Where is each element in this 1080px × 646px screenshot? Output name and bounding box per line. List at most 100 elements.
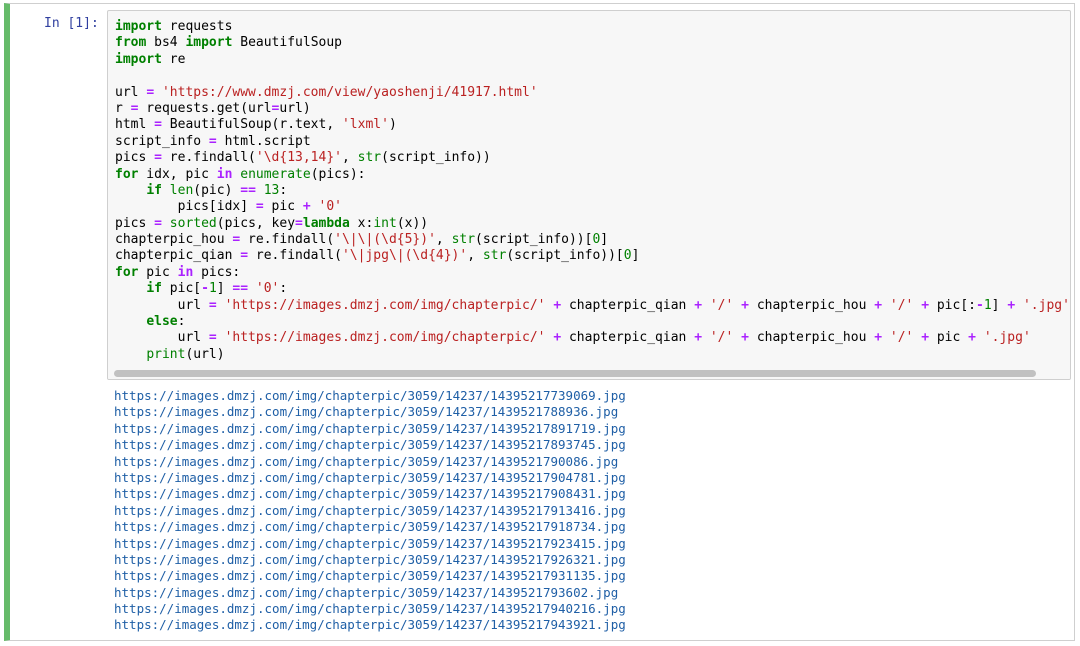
code-token: - [976, 297, 984, 313]
code-token: , [467, 248, 483, 264]
code-token: '.jpg' [1022, 297, 1070, 313]
output-line: https://images.dmzj.com/img/chapterpic/3… [114, 486, 626, 502]
code-line: chapterpic_qian = re.findall('\|jpg\|(\d… [115, 248, 1070, 264]
code-token: (pics): [310, 166, 366, 182]
code-token: - [201, 281, 209, 297]
code-token: chapterpic_qian [561, 297, 695, 313]
code-token: 'lxml' [341, 117, 389, 133]
code-token: + [694, 297, 703, 313]
code-token: '/' [709, 297, 734, 313]
code-token: pics [115, 215, 155, 231]
code-token: = [255, 199, 264, 215]
code-token: + [741, 330, 749, 346]
code-token: 1 [208, 281, 217, 297]
code-token: ] [216, 281, 233, 297]
code-token: + [921, 297, 930, 313]
code-line: for idx, pic in enumerate(pics): [115, 167, 1070, 183]
code-token: (script_info))[ [475, 232, 593, 248]
code-token: requests.get(url [138, 100, 272, 116]
code-token: + [968, 330, 976, 346]
code-token: 13 [263, 182, 280, 198]
code-token: + [741, 297, 749, 313]
code-token: pic [138, 264, 178, 280]
code-token: ] [631, 248, 640, 264]
code-editor[interactable]: import requests from bs4 import Beautiful… [115, 19, 1070, 363]
code-token: = [208, 297, 217, 313]
code-token: script_info [115, 133, 209, 149]
code-token: 'https://images.dmzj.com/img/chapterpic/… [224, 297, 546, 313]
code-token: if [146, 182, 162, 198]
code-token: chapterpic_qian [561, 330, 695, 346]
code-token: '/' [889, 330, 914, 346]
code-token: (pics, key [216, 215, 296, 231]
code-line: pics = sorted(pics, key=lambda x:int(x)) [115, 216, 1070, 232]
code-token: (pic) [193, 182, 241, 198]
code-token: '.jpg' [983, 330, 1031, 346]
code-token: idx, pic [138, 166, 217, 182]
output-line: https://images.dmzj.com/img/chapterpic/3… [114, 551, 626, 567]
code-token: chapterpic_hou [749, 330, 875, 346]
code-token: + [553, 297, 562, 313]
code-token: pic [263, 199, 303, 215]
code-token: ) [388, 117, 397, 133]
code-token: , [435, 232, 452, 248]
horizontal-scrollbar[interactable] [108, 367, 1070, 379]
code-token: in [177, 264, 194, 280]
notebook-code-cell[interactable]: In [1]: import requests from bs4 import B… [4, 3, 1075, 641]
code-token: r [115, 100, 131, 116]
code-token: '\|jpg\|(\d{4})' [341, 248, 468, 264]
code-token: = [208, 133, 217, 149]
code-token: chapterpic_hou [115, 232, 233, 248]
code-token: in [216, 166, 233, 182]
code-token: chapterpic_qian [115, 248, 241, 264]
code-line: if len(pic) == 13: [115, 183, 1070, 199]
code-line: from bs4 import BeautifulSoup [115, 35, 1070, 51]
code-token: x: [349, 215, 374, 231]
code-token: + [553, 330, 562, 346]
code-token: + [874, 330, 883, 346]
code-line: print(url) [115, 347, 1070, 363]
code-token: == [240, 182, 256, 198]
code-token: + [874, 297, 883, 313]
code-token: str [482, 248, 507, 264]
code-token: print [146, 346, 186, 362]
scrollbar-thumb[interactable] [114, 370, 1036, 377]
code-token: = [240, 248, 249, 264]
output-line: https://images.dmzj.com/img/chapterpic/3… [114, 601, 626, 617]
code-token: bs4 [146, 35, 186, 51]
code-token: requests [161, 19, 233, 34]
code-token: 1 [983, 297, 992, 313]
code-token: pic [929, 330, 969, 346]
code-token: re.findall( [248, 248, 342, 264]
code-token: from [115, 35, 147, 51]
code-token: pics [115, 150, 155, 166]
code-token: ] [991, 297, 1008, 313]
code-token: (script_info))[ [506, 248, 624, 264]
output-line: https://images.dmzj.com/img/chapterpic/3… [114, 453, 619, 469]
code-input-area[interactable]: import requests from bs4 import Beautiful… [107, 10, 1071, 380]
code-token: if [146, 281, 162, 297]
code-token: '0' [318, 199, 342, 215]
code-token: '/' [889, 297, 914, 313]
code-line: url = 'https://images.dmzj.com/img/chapt… [115, 330, 1070, 346]
code-token: == [232, 281, 249, 297]
code-token: len [169, 182, 194, 198]
code-token: pics[idx] [115, 199, 256, 215]
code-token: (x)) [396, 215, 429, 231]
code-token: = [208, 330, 217, 346]
code-token: enumerate [240, 166, 311, 182]
code-token: + [694, 330, 703, 346]
code-token: url) [279, 100, 311, 116]
code-line: r = requests.get(url=url) [115, 101, 1070, 117]
